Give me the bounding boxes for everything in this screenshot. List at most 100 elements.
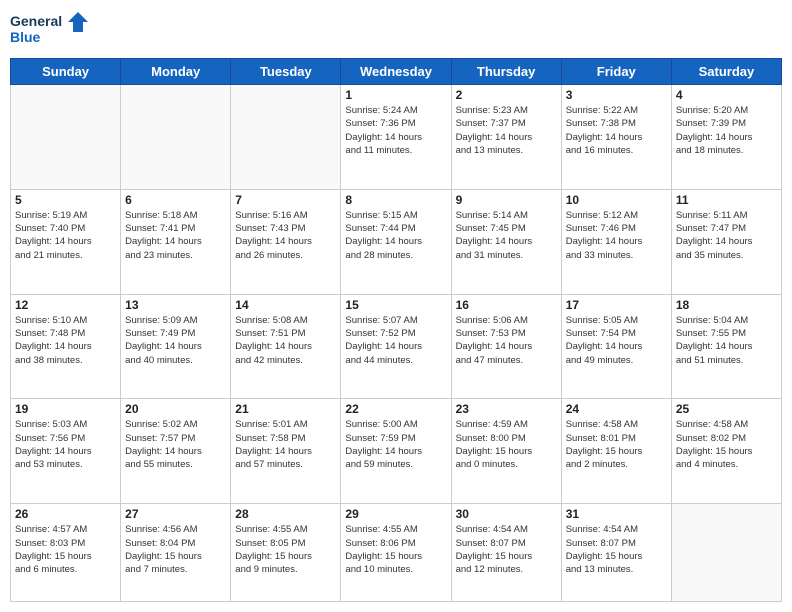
day-cell-11: 11 Sunrise: 5:11 AMSunset: 7:47 PMDayligh… [671,189,781,294]
svg-text:Blue: Blue [10,29,41,45]
day-number-30: 30 [456,507,557,521]
day-info-23: Sunrise: 4:59 AMSunset: 8:00 PMDaylight:… [456,418,557,471]
weekday-sunday: Sunday [11,59,121,85]
day-info-26: Sunrise: 4:57 AMSunset: 8:03 PMDaylight:… [15,523,116,576]
day-cell-20: 20 Sunrise: 5:02 AMSunset: 7:57 PMDayligh… [121,399,231,504]
day-info-28: Sunrise: 4:55 AMSunset: 8:05 PMDaylight:… [235,523,336,576]
day-cell-15: 15 Sunrise: 5:07 AMSunset: 7:52 PMDayligh… [341,294,451,399]
weekday-header-row: SundayMondayTuesdayWednesdayThursdayFrid… [11,59,782,85]
empty-cell [231,85,341,190]
day-cell-12: 12Sunrise: 5:10 AMSunset: 7:48 PMDayligh… [11,294,121,399]
day-number-3: 3 [566,88,667,102]
day-info-15: Sunrise: 5:07 AMSunset: 7:52 PMDaylight:… [345,314,446,367]
day-number-5: 5 [15,193,116,207]
day-cell-17: 17 Sunrise: 5:05 AMSunset: 7:54 PMDayligh… [561,294,671,399]
day-cell-1: 1Sunrise: 5:24 AMSunset: 7:36 PMDaylight… [341,85,451,190]
day-cell-26: 26 Sunrise: 4:57 AMSunset: 8:03 PMDayligh… [11,504,121,602]
day-cell-28: 28 Sunrise: 4:55 AMSunset: 8:05 PMDayligh… [231,504,341,602]
calendar-table: SundayMondayTuesdayWednesdayThursdayFrid… [10,58,782,602]
day-number-14: 14 [235,298,336,312]
day-cell-3: 3 Sunrise: 5:22 AMSunset: 7:38 PMDaylight… [561,85,671,190]
day-number-2: 2 [456,88,557,102]
day-number-29: 29 [345,507,446,521]
logo: General Blue [10,10,90,50]
day-info-30: Sunrise: 4:54 AMSunset: 8:07 PMDaylight:… [456,523,557,576]
day-number-6: 6 [125,193,226,207]
day-number-22: 22 [345,402,446,416]
day-info-11: Sunrise: 5:11 AMSunset: 7:47 PMDaylight:… [676,209,777,262]
day-info-6: Sunrise: 5:18 AMSunset: 7:41 PMDaylight:… [125,209,226,262]
day-cell-24: 24 Sunrise: 4:58 AMSunset: 8:01 PMDayligh… [561,399,671,504]
day-number-12: 12 [15,298,116,312]
day-info-31: Sunrise: 4:54 AMSunset: 8:07 PMDaylight:… [566,523,667,576]
page-container: General Blue SundayMondayTuesdayWednesda… [0,0,792,612]
empty-cell [671,504,781,602]
week-row-1: 1Sunrise: 5:24 AMSunset: 7:36 PMDaylight… [11,85,782,190]
day-info-18: Sunrise: 5:04 AMSunset: 7:55 PMDaylight:… [676,314,777,367]
day-number-7: 7 [235,193,336,207]
weekday-monday: Monday [121,59,231,85]
day-number-10: 10 [566,193,667,207]
day-info-3: Sunrise: 5:22 AMSunset: 7:38 PMDaylight:… [566,104,667,157]
day-cell-4: 4 Sunrise: 5:20 AMSunset: 7:39 PMDaylight… [671,85,781,190]
day-number-23: 23 [456,402,557,416]
day-number-21: 21 [235,402,336,416]
day-cell-5: 5 Sunrise: 5:19 AMSunset: 7:40 PMDaylight… [11,189,121,294]
day-cell-9: 9Sunrise: 5:14 AMSunset: 7:45 PMDaylight… [451,189,561,294]
day-number-19: 19 [15,402,116,416]
day-cell-2: 2 Sunrise: 5:23 AMSunset: 7:37 PMDaylight… [451,85,561,190]
day-number-24: 24 [566,402,667,416]
day-info-17: Sunrise: 5:05 AMSunset: 7:54 PMDaylight:… [566,314,667,367]
week-row-2: 5 Sunrise: 5:19 AMSunset: 7:40 PMDaylight… [11,189,782,294]
day-number-11: 11 [676,193,777,207]
day-info-4: Sunrise: 5:20 AMSunset: 7:39 PMDaylight:… [676,104,777,157]
day-number-18: 18 [676,298,777,312]
day-cell-31: 31 Sunrise: 4:54 AMSunset: 8:07 PMDayligh… [561,504,671,602]
day-cell-10: 10 Sunrise: 5:12 AMSunset: 7:46 PMDayligh… [561,189,671,294]
day-number-4: 4 [676,88,777,102]
day-info-16: Sunrise: 5:06 AMSunset: 7:53 PMDaylight:… [456,314,557,367]
weekday-tuesday: Tuesday [231,59,341,85]
day-info-19: Sunrise: 5:03 AMSunset: 7:56 PMDaylight:… [15,418,116,471]
day-info-21: Sunrise: 5:01 AMSunset: 7:58 PMDaylight:… [235,418,336,471]
day-cell-16: 16Sunrise: 5:06 AMSunset: 7:53 PMDayligh… [451,294,561,399]
week-row-3: 12Sunrise: 5:10 AMSunset: 7:48 PMDayligh… [11,294,782,399]
day-number-13: 13 [125,298,226,312]
day-cell-27: 27 Sunrise: 4:56 AMSunset: 8:04 PMDayligh… [121,504,231,602]
day-info-29: Sunrise: 4:55 AMSunset: 8:06 PMDaylight:… [345,523,446,576]
day-cell-29: 29 Sunrise: 4:55 AMSunset: 8:06 PMDayligh… [341,504,451,602]
day-number-17: 17 [566,298,667,312]
day-info-14: Sunrise: 5:08 AMSunset: 7:51 PMDaylight:… [235,314,336,367]
day-info-24: Sunrise: 4:58 AMSunset: 8:01 PMDaylight:… [566,418,667,471]
day-info-27: Sunrise: 4:56 AMSunset: 8:04 PMDaylight:… [125,523,226,576]
day-cell-19: 19 Sunrise: 5:03 AMSunset: 7:56 PMDayligh… [11,399,121,504]
day-number-26: 26 [15,507,116,521]
day-number-27: 27 [125,507,226,521]
day-number-15: 15 [345,298,446,312]
day-cell-8: 8Sunrise: 5:15 AMSunset: 7:44 PMDaylight… [341,189,451,294]
day-cell-13: 13 Sunrise: 5:09 AMSunset: 7:49 PMDayligh… [121,294,231,399]
day-cell-25: 25Sunrise: 4:58 AMSunset: 8:02 PMDayligh… [671,399,781,504]
day-number-28: 28 [235,507,336,521]
day-info-2: Sunrise: 5:23 AMSunset: 7:37 PMDaylight:… [456,104,557,157]
weekday-wednesday: Wednesday [341,59,451,85]
day-cell-23: 23 Sunrise: 4:59 AMSunset: 8:00 PMDayligh… [451,399,561,504]
day-number-25: 25 [676,402,777,416]
day-number-20: 20 [125,402,226,416]
day-number-31: 31 [566,507,667,521]
day-cell-22: 22 Sunrise: 5:00 AMSunset: 7:59 PMDayligh… [341,399,451,504]
day-info-5: Sunrise: 5:19 AMSunset: 7:40 PMDaylight:… [15,209,116,262]
week-row-5: 26 Sunrise: 4:57 AMSunset: 8:03 PMDayligh… [11,504,782,602]
day-cell-7: 7 Sunrise: 5:16 AMSunset: 7:43 PMDaylight… [231,189,341,294]
day-info-22: Sunrise: 5:00 AMSunset: 7:59 PMDaylight:… [345,418,446,471]
day-info-13: Sunrise: 5:09 AMSunset: 7:49 PMDaylight:… [125,314,226,367]
day-info-7: Sunrise: 5:16 AMSunset: 7:43 PMDaylight:… [235,209,336,262]
empty-cell [121,85,231,190]
day-info-10: Sunrise: 5:12 AMSunset: 7:46 PMDaylight:… [566,209,667,262]
day-cell-18: 18 Sunrise: 5:04 AMSunset: 7:55 PMDayligh… [671,294,781,399]
weekday-friday: Friday [561,59,671,85]
day-info-1: Sunrise: 5:24 AMSunset: 7:36 PMDaylight:… [345,104,446,157]
generalblue-logo-icon: General Blue [10,10,90,50]
empty-cell [11,85,121,190]
day-info-20: Sunrise: 5:02 AMSunset: 7:57 PMDaylight:… [125,418,226,471]
